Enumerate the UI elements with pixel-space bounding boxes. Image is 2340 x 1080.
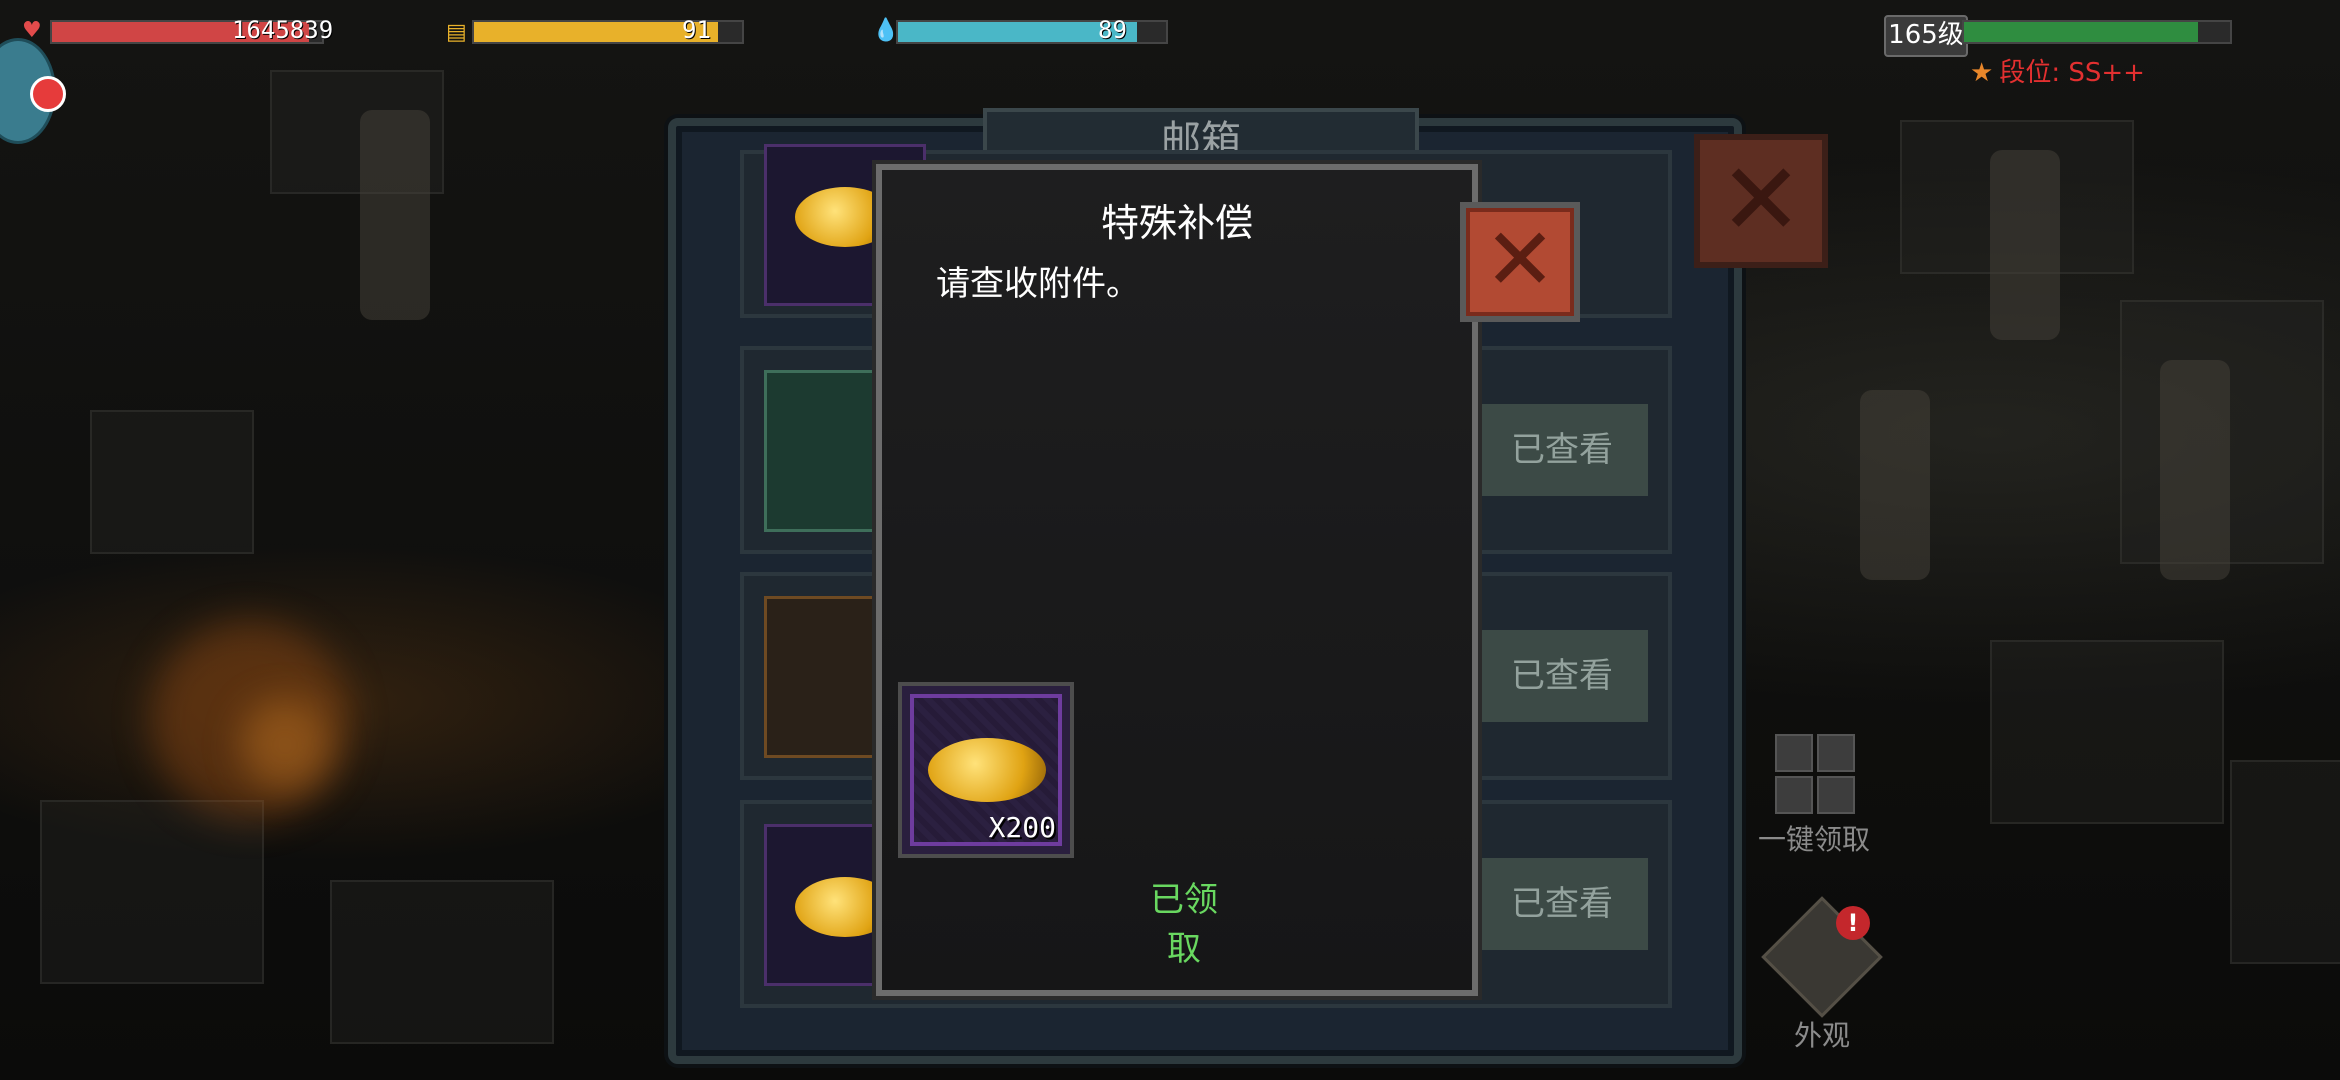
scene-furniture — [2230, 760, 2340, 964]
hp-bar: 1645839 — [50, 16, 333, 44]
level-badge: 165级 — [1884, 15, 1968, 57]
heart-icon: ♥ — [22, 18, 42, 43]
close-icon: ✕ — [1483, 210, 1557, 310]
appearance-button[interactable]: ! 外观 — [1761, 896, 1883, 1054]
scene-furniture — [90, 410, 254, 554]
close-icon: ✕ — [1719, 141, 1803, 258]
attachment-slot[interactable]: X200 — [898, 682, 1074, 858]
scene-character — [360, 110, 430, 320]
attachment-count: X200 — [988, 811, 1056, 844]
mail-viewed-button[interactable]: 已查看 — [1476, 630, 1648, 722]
mail-viewed-button[interactable]: 已查看 — [1476, 404, 1648, 496]
popup-message: 请查收附件。 — [936, 264, 1140, 304]
alert-badge: ! — [1836, 906, 1870, 940]
scene-character — [2160, 360, 2230, 580]
grid-check-icon — [1775, 734, 1855, 814]
stamina-value: 91 — [682, 16, 711, 44]
scene-furniture — [330, 880, 554, 1044]
popup-title: 特殊补偿 — [1100, 201, 1253, 245]
claimed-status: 已领取 — [1150, 880, 1218, 969]
scene-fire — [240, 700, 330, 790]
experience-bar-fill — [1964, 22, 2199, 42]
notification-dot — [30, 76, 66, 112]
claim-all-label: 一键领取 — [1757, 823, 1870, 856]
stamina-bar: 91 — [472, 16, 744, 44]
appearance-label: 外观 — [1793, 1019, 1850, 1052]
star-icon: ★ — [1970, 58, 1994, 88]
water-bar: 89 — [896, 16, 1168, 44]
mail-viewed-button[interactable]: 已查看 — [1476, 858, 1648, 950]
rank-label: 段位: SS++ — [1999, 58, 2145, 88]
scene-character — [1860, 390, 1930, 580]
hp-value: 1645839 — [232, 16, 334, 44]
gold-coin-icon — [928, 738, 1046, 802]
mailbox-close-button[interactable]: ✕ — [1694, 134, 1828, 268]
popup-close-button[interactable]: ✕ — [1460, 202, 1580, 322]
food-icon: ▤ — [446, 20, 467, 45]
claim-all-button[interactable]: 一键领取 — [1752, 734, 1876, 858]
rank-display: ★ 段位: SS++ — [1970, 52, 2145, 89]
water-value: 89 — [1098, 16, 1127, 44]
scene-furniture — [1990, 640, 2224, 824]
scene-furniture — [40, 800, 264, 984]
scene-character — [1990, 150, 2060, 340]
experience-bar — [1962, 20, 2232, 44]
